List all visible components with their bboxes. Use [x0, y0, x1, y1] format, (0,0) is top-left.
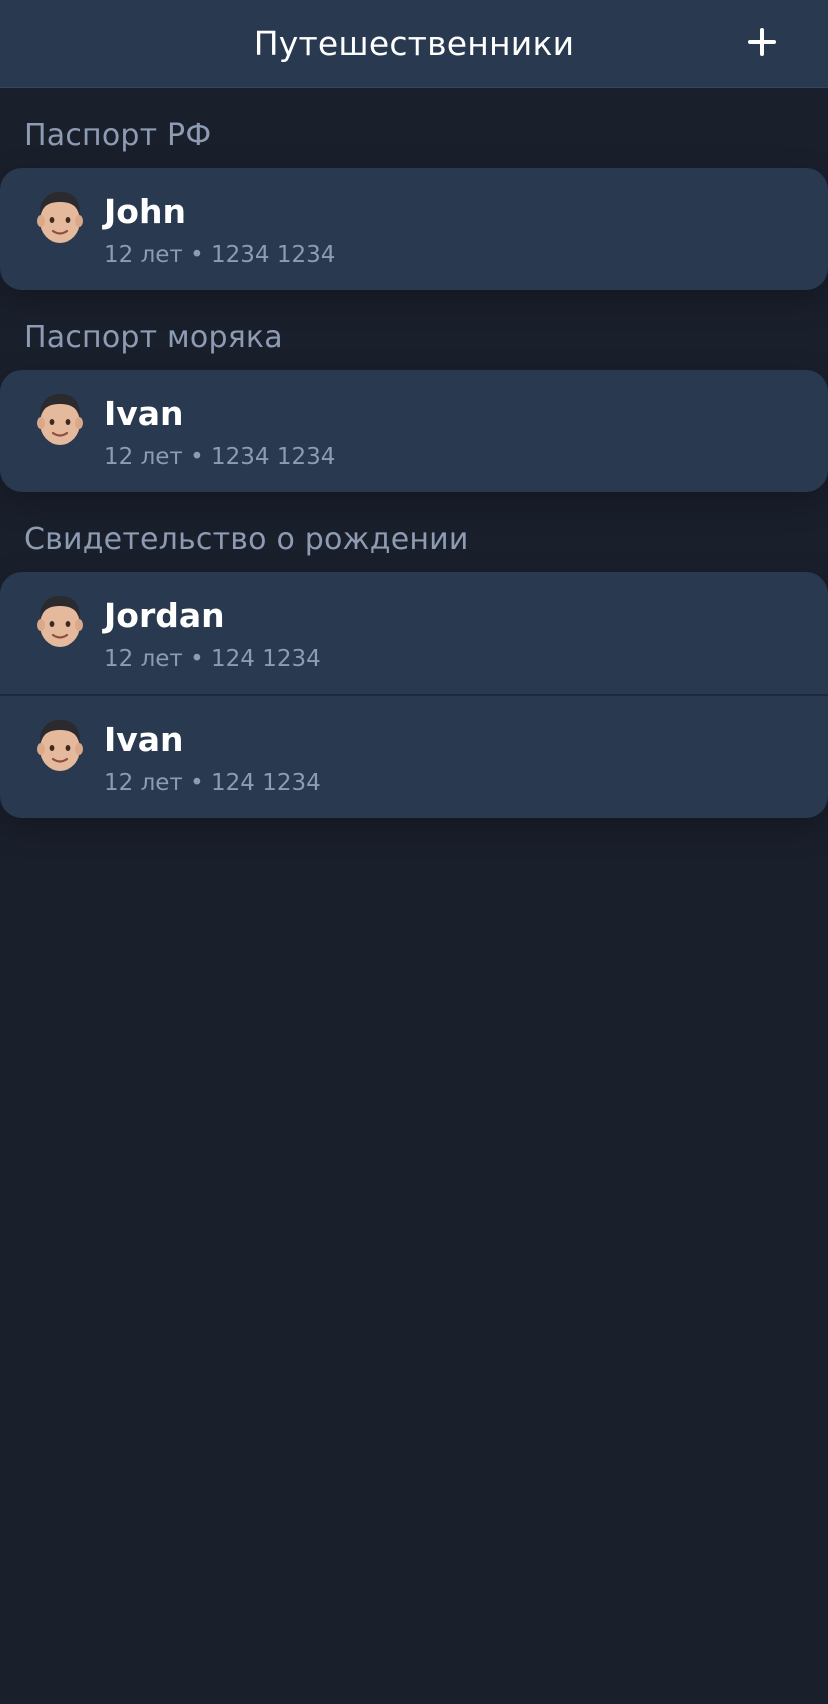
traveler-name: John — [104, 192, 186, 231]
traveler-card-seaman-passport: Ivan 12 лет • 1234 1234 — [0, 370, 828, 492]
traveler-row[interactable]: John 12 лет • 1234 1234 — [0, 168, 828, 290]
section-title-birth-certificate: Свидетельство о рождении — [24, 522, 469, 557]
traveler-card-passport-rf: John 12 лет • 1234 1234 — [0, 168, 828, 290]
section-title-seaman-passport: Паспорт моряка — [24, 320, 283, 355]
traveler-card-birth-certificate: Jordan 12 лет • 124 1234 Ivan 12 лет • 1… — [0, 572, 828, 818]
add-traveler-button[interactable] — [740, 20, 784, 64]
page-title: Путешественники — [253, 24, 575, 63]
section-title-passport-rf: Паспорт РФ — [24, 118, 212, 153]
traveler-name: Jordan — [104, 596, 225, 635]
traveler-details: 12 лет • 1234 1234 — [104, 444, 336, 470]
traveler-name: Ivan — [104, 394, 184, 433]
traveler-row[interactable]: Jordan 12 лет • 124 1234 — [0, 572, 828, 694]
traveler-details: 12 лет • 1234 1234 — [104, 242, 336, 268]
traveler-row[interactable]: Ivan 12 лет • 124 1234 — [0, 694, 828, 818]
man-avatar-icon — [37, 596, 83, 647]
travelers-screen: Путешественники Паспорт РФ John 12 лет •… — [0, 0, 828, 1704]
man-avatar-icon — [37, 394, 83, 445]
man-avatar-icon — [37, 192, 83, 243]
traveler-details: 12 лет • 124 1234 — [104, 770, 321, 796]
man-avatar-icon — [37, 720, 83, 771]
navigation-bar: Путешественники — [0, 0, 828, 88]
traveler-name: Ivan — [104, 720, 184, 759]
traveler-row[interactable]: Ivan 12 лет • 1234 1234 — [0, 370, 828, 492]
traveler-details: 12 лет • 124 1234 — [104, 646, 321, 672]
